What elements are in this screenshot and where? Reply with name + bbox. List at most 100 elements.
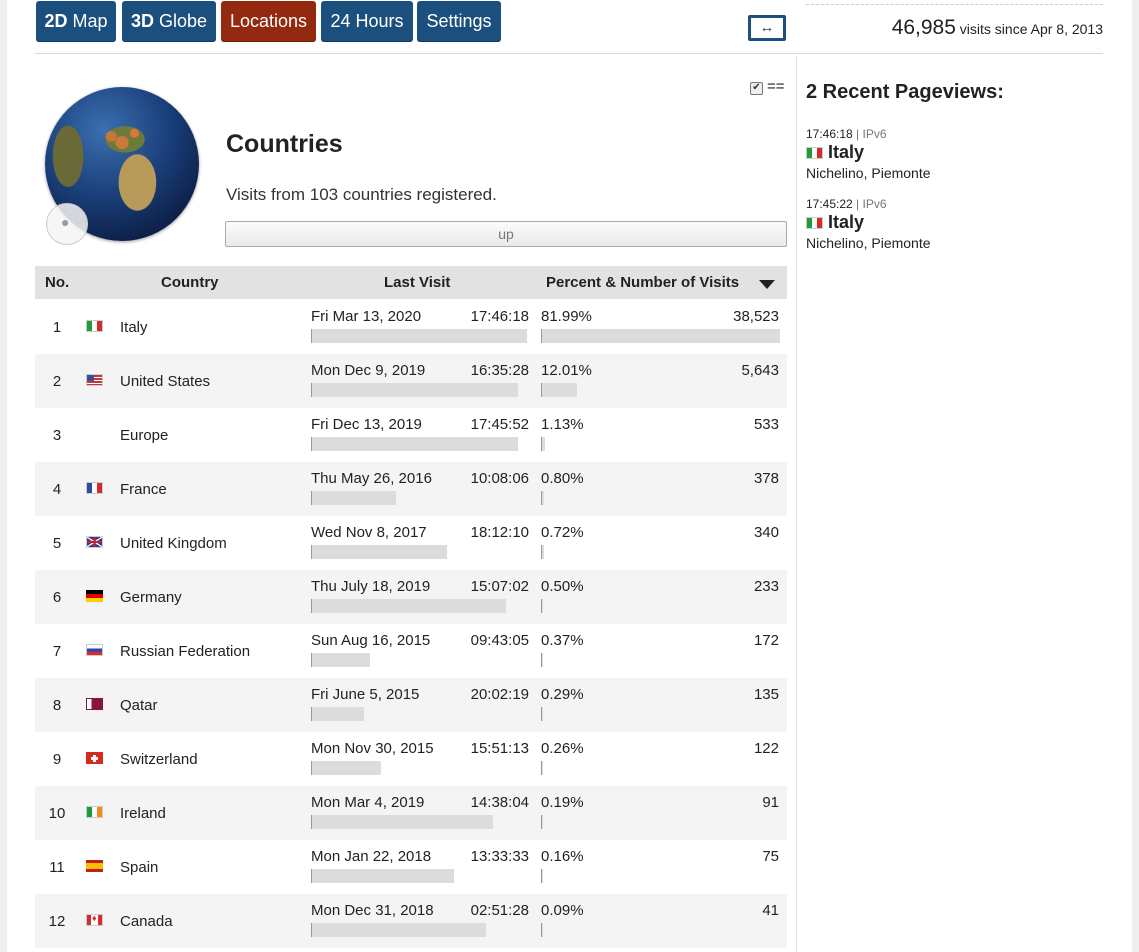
italy-flag-icon bbox=[806, 216, 823, 229]
tab-24-hours-label: 24 Hours bbox=[330, 11, 404, 31]
header-no[interactable]: No. bbox=[45, 274, 69, 291]
last-visit-time: 09:43:05 bbox=[470, 632, 529, 649]
visit-share-bar bbox=[541, 599, 543, 613]
row-number: 10 bbox=[48, 805, 66, 822]
country-name: Italy bbox=[120, 319, 148, 336]
visit-share-bar bbox=[541, 545, 544, 559]
last-visit-date: Fri Dec 13, 2019 bbox=[311, 416, 422, 433]
last-visit-bar bbox=[311, 329, 527, 343]
header-last-visit[interactable]: Last Visit bbox=[384, 274, 450, 291]
flag-icon bbox=[86, 752, 103, 764]
last-visit-date: Mon Jan 22, 2018 bbox=[311, 848, 432, 865]
table-row[interactable]: 6 Germany Thu July 18, 2019 15:07:02 0.50% 23… bbox=[35, 570, 787, 624]
last-visit-time: 13:33:33 bbox=[470, 848, 529, 865]
visit-count: 533 bbox=[753, 416, 779, 433]
last-visit-time: 02:51:28 bbox=[470, 902, 529, 919]
countries-subtitle: Visits from 103 countries registered. bbox=[226, 185, 497, 204]
flag-icon bbox=[86, 698, 103, 710]
last-visit-date: Mon Nov 30, 2015 bbox=[311, 740, 434, 757]
visit-count: 122 bbox=[753, 740, 779, 757]
visit-share-bar bbox=[541, 437, 545, 451]
pageview-time: 17:46:18 bbox=[806, 127, 853, 141]
divider bbox=[796, 56, 797, 952]
divider bbox=[35, 53, 1103, 54]
flag-icon bbox=[86, 320, 103, 332]
visit-percent: 81.99% bbox=[541, 308, 592, 325]
up-button[interactable]: up bbox=[225, 221, 787, 247]
last-visit-bar bbox=[311, 815, 493, 829]
flag-icon bbox=[86, 536, 103, 548]
table-row[interactable]: 1 Italy Fri Mar 13, 2020 17:46:18 81.99% 38,5… bbox=[35, 300, 787, 354]
visit-share-bar bbox=[541, 383, 577, 397]
last-visit-bar bbox=[311, 869, 454, 883]
tab-locations-label: Locations bbox=[229, 11, 308, 31]
table-row[interactable]: 8 Qatar Fri June 5, 2015 20:02:19 0.29% 135 bbox=[35, 678, 787, 732]
tab-settings[interactable]: Settings bbox=[417, 1, 501, 42]
last-visit-bar bbox=[311, 545, 447, 559]
last-visit-time: 15:07:02 bbox=[470, 578, 529, 595]
visits-since: visits since Apr 8, 2013 bbox=[955, 21, 1103, 37]
row-number: 7 bbox=[52, 643, 62, 660]
tab-2d-map-bold: 2D bbox=[44, 11, 68, 31]
last-visit-time: 15:51:13 bbox=[470, 740, 529, 757]
last-visit-time: 17:46:18 bbox=[470, 308, 529, 325]
pageview-separator: | bbox=[852, 197, 863, 211]
tab-24-hours[interactable]: 24 Hours bbox=[321, 1, 413, 42]
last-visit-date: Thu May 26, 2016 bbox=[311, 470, 432, 487]
country-name: France bbox=[120, 481, 167, 498]
table-row[interactable]: 11 Spain Mon Jan 22, 2018 13:33:33 0.16% 75 bbox=[35, 840, 787, 894]
visits-summary: 46,985 visits since Apr 8, 2013 bbox=[892, 16, 1103, 40]
visit-count: 233 bbox=[753, 578, 779, 595]
last-visit-bar bbox=[311, 761, 381, 775]
options-menu-icon[interactable]: == bbox=[767, 78, 785, 95]
table-row[interactable]: 2 United States Mon Dec 9, 2019 16:35:28 12.… bbox=[35, 354, 787, 408]
page-title: Countries bbox=[226, 130, 343, 158]
visit-count: 378 bbox=[753, 470, 779, 487]
header-visits[interactable]: Percent & Number of Visits bbox=[546, 274, 739, 291]
visit-share-bar bbox=[541, 491, 544, 505]
lock-icon: ● bbox=[46, 203, 88, 245]
tab-2d-map-label: Map bbox=[67, 11, 108, 31]
visit-percent: 0.37% bbox=[541, 632, 584, 649]
row-number: 9 bbox=[52, 751, 62, 768]
toggle-width-button[interactable]: ↔ bbox=[748, 15, 786, 41]
visit-share-bar bbox=[541, 329, 780, 343]
table-header: No. Country Last Visit Percent & Number … bbox=[35, 266, 787, 299]
country-name: Ireland bbox=[120, 805, 166, 822]
table-row[interactable]: 12 Canada Mon Dec 31, 2018 02:51:28 0.09% 41 bbox=[35, 894, 787, 948]
table-row[interactable]: 10 Ireland Mon Mar 4, 2019 14:38:04 0.19% 91 bbox=[35, 786, 787, 840]
tab-3d-globe[interactable]: 3D Globe bbox=[122, 1, 216, 42]
country-name: Canada bbox=[120, 913, 173, 930]
row-number: 11 bbox=[49, 859, 65, 876]
row-number: 5 bbox=[52, 535, 62, 552]
table-row[interactable]: 5 United Kingdom Wed Nov 8, 2017 18:12:10 0.… bbox=[35, 516, 787, 570]
page: 2D Map 3D Globe Locations 24 Hours Setti… bbox=[7, 0, 1132, 952]
country-name: Qatar bbox=[120, 697, 158, 714]
last-visit-date: Mon Dec 31, 2018 bbox=[311, 902, 434, 919]
table-row[interactable]: 4 France Thu May 26, 2016 10:08:06 0.80% 378 bbox=[35, 462, 787, 516]
visit-percent: 0.19% bbox=[541, 794, 584, 811]
visit-count: 91 bbox=[762, 794, 779, 811]
flag-icon bbox=[86, 913, 103, 926]
visit-count: 5,643 bbox=[741, 362, 779, 379]
header-country[interactable]: Country bbox=[161, 274, 219, 291]
table-row[interactable]: 7 Russian Federation Sun Aug 16, 2015 09:43… bbox=[35, 624, 787, 678]
table-row[interactable]: 9 Switzerland Mon Nov 30, 2015 15:51:13 0.26… bbox=[35, 732, 787, 786]
table-row[interactable]: 3 Europe Fri Dec 13, 2019 17:45:52 1.13% 533 bbox=[35, 408, 787, 462]
last-visit-date: Mon Dec 9, 2019 bbox=[311, 362, 426, 379]
tab-locations[interactable]: Locations bbox=[221, 1, 316, 42]
visit-share-bar bbox=[541, 869, 543, 883]
last-visit-time: 14:38:04 bbox=[470, 794, 529, 811]
last-visit-time: 17:45:52 bbox=[470, 416, 529, 433]
country-name: Switzerland bbox=[120, 751, 198, 768]
tab-2d-map[interactable]: 2D Map bbox=[36, 1, 116, 42]
visit-count: 340 bbox=[753, 524, 779, 541]
last-visit-time: 18:12:10 bbox=[470, 524, 529, 541]
options-checkbox[interactable]: ✔ bbox=[750, 82, 763, 95]
flag-icon bbox=[86, 428, 103, 440]
sort-down-icon[interactable] bbox=[759, 280, 775, 289]
country-name: United Kingdom bbox=[120, 535, 227, 552]
visit-percent: 0.29% bbox=[541, 686, 584, 703]
last-visit-date: Fri June 5, 2015 bbox=[311, 686, 420, 703]
visit-count: 135 bbox=[753, 686, 779, 703]
